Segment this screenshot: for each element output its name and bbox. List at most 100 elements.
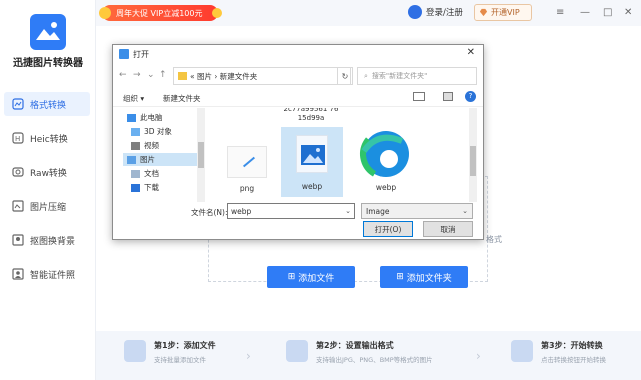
nav-label: 抠图换背景 xyxy=(30,236,76,247)
new-folder-button[interactable]: 新建文件夹 xyxy=(163,93,201,104)
recent-dropdown-icon[interactable]: ⌄ xyxy=(147,70,155,80)
add-file-button[interactable]: ⊞ 添加文件 xyxy=(267,266,355,288)
compress-icon xyxy=(12,200,24,212)
scrollbar-thumb[interactable] xyxy=(198,142,204,168)
nav-format-convert[interactable]: 格式转换 xyxy=(4,92,90,116)
minimize-button[interactable]: — xyxy=(580,7,590,18)
navigation-scrollbar[interactable] xyxy=(197,108,205,202)
step-title: 第3步：开始转换 xyxy=(541,341,603,350)
view-options-icon[interactable] xyxy=(413,92,425,101)
search-placeholder: 搜索"新建文件夹" xyxy=(371,72,428,80)
navigation-pane: 此电脑 3D 对象 视频 图片 文档 下载 xyxy=(113,108,205,202)
open-button[interactable]: 打开(O) xyxy=(363,221,413,237)
close-button[interactable]: ✕ xyxy=(624,7,632,18)
nav-raw[interactable]: Raw转换 xyxy=(4,160,90,184)
tree-item-this-pc[interactable]: 此电脑 xyxy=(127,111,163,124)
help-icon[interactable]: ? xyxy=(465,91,476,102)
image-convert-icon xyxy=(12,98,24,110)
search-input[interactable]: ⌕ 搜索"新建文件夹" xyxy=(357,67,477,85)
preview-pane-icon[interactable] xyxy=(443,92,453,101)
organize-menu[interactable]: 组织 ▾ xyxy=(123,93,144,104)
tree-label: 图片 xyxy=(140,155,155,164)
path-prefix: « xyxy=(190,71,195,81)
up-arrow-icon[interactable]: ↑ xyxy=(159,70,167,80)
path-breadcrumb[interactable]: « 图片 › 新建文件夹 xyxy=(173,67,351,85)
step-3: 第3步：开始转换 点击转换按钮开始转换 xyxy=(511,340,606,364)
nav-label: Raw转换 xyxy=(30,168,67,179)
forward-arrow-icon[interactable]: → xyxy=(133,70,141,80)
file-name-partial: 2c77a99561 76 15d99a xyxy=(283,108,339,122)
video-folder-icon xyxy=(131,141,140,150)
tree-item-3d-objects[interactable]: 3D 对象 xyxy=(131,125,172,138)
nav-heic[interactable]: H Heic转换 xyxy=(4,126,90,150)
scrollbar-thumb[interactable] xyxy=(470,146,476,176)
id-photo-icon xyxy=(12,268,24,280)
nav-id-photo[interactable]: 智能证件照 xyxy=(4,262,90,286)
dialog-app-icon xyxy=(119,49,129,59)
top-bar: 周年大促 VIP立减100元 登录/注册 开通VIP ≡ — □ ✕ xyxy=(96,0,641,26)
tree-item-documents[interactable]: 文档 xyxy=(131,167,159,180)
step-title: 第1步：添加文件 xyxy=(154,341,216,350)
dialog-title: 打开 xyxy=(133,49,149,59)
drop-hint: 格式 xyxy=(486,235,502,244)
chevron-right-icon: › xyxy=(246,349,251,363)
nav-label: 智能证件照 xyxy=(30,270,76,281)
steps-bar: 第1步：添加文件 支持批量添加文件 › 第2步：设置输出格式 支持输出JPG、PNG… xyxy=(96,331,641,380)
nav-label: 格式转换 xyxy=(30,100,67,111)
chevron-down-icon[interactable]: ⌄ xyxy=(345,207,351,215)
path-segment-new-folder[interactable]: 新建文件夹 xyxy=(220,71,258,82)
refresh-icon[interactable]: ↻ xyxy=(337,67,353,85)
promo-banner[interactable]: 周年大促 VIP立减100元 xyxy=(99,5,222,21)
tree-label: 此电脑 xyxy=(140,113,163,122)
vip-button[interactable]: 开通VIP xyxy=(474,4,532,21)
tree-item-downloads[interactable]: 下载 xyxy=(131,181,159,194)
file-item-webp-selected[interactable]: webp xyxy=(281,127,343,197)
user-avatar-icon xyxy=(408,5,422,19)
filetype-value: Image xyxy=(366,206,390,216)
maximize-button[interactable]: □ xyxy=(603,7,612,18)
vip-label: 开通VIP xyxy=(491,8,520,17)
tree-item-video[interactable]: 视频 xyxy=(131,139,159,152)
menu-icon[interactable]: ≡ xyxy=(556,7,564,18)
coin-icon xyxy=(212,8,222,18)
heic-icon: H xyxy=(12,132,24,144)
back-arrow-icon[interactable]: ← xyxy=(119,70,127,80)
add-folder-icon: ⊞ xyxy=(396,272,404,282)
add-folder-button[interactable]: ⊞ 添加文件夹 xyxy=(380,266,468,288)
nav-compress[interactable]: 图片压缩 xyxy=(4,194,90,218)
diamond-icon xyxy=(479,8,488,17)
path-separator: › xyxy=(214,71,218,81)
step-title: 第2步：设置输出格式 xyxy=(316,341,394,350)
login-label: 登录/注册 xyxy=(426,8,463,18)
chevron-right-icon: › xyxy=(476,349,481,363)
nav-label: 图片压缩 xyxy=(30,202,67,213)
address-bar: ← → ⌄ ↑ « 图片 › 新建文件夹 ↻ ⌕ 搜索"新建文件夹" xyxy=(113,65,483,87)
tree-item-pictures[interactable]: 图片 xyxy=(123,153,197,166)
downloads-folder-icon xyxy=(131,183,140,192)
filename-input[interactable]: webp ⌄ xyxy=(227,203,355,219)
filetype-select[interactable]: Image ⌄ xyxy=(361,203,473,219)
file-item-png[interactable]: png xyxy=(221,146,273,200)
file-item-webp-edge[interactable]: webp xyxy=(355,127,417,197)
dialog-title-bar: 打开 ✕ xyxy=(113,45,483,63)
command-bar: 组织 ▾ 新建文件夹 ? xyxy=(113,89,483,107)
edge-browser-icon xyxy=(360,129,412,179)
path-segment-pictures[interactable]: 图片 xyxy=(197,71,212,82)
file-list-scrollbar[interactable] xyxy=(469,108,477,202)
cancel-button[interactable]: 取消 xyxy=(423,221,473,237)
login-link[interactable]: 登录/注册 xyxy=(408,5,463,19)
open-file-dialog: 打开 ✕ ← → ⌄ ↑ « 图片 › 新建文件夹 ↻ ⌕ 搜索"新建文件夹" … xyxy=(112,44,484,240)
pictures-folder-icon xyxy=(127,155,136,164)
nav-cutout[interactable]: 抠图换背景 xyxy=(4,228,90,252)
3d-objects-icon xyxy=(131,127,140,136)
file-name: png xyxy=(239,184,255,193)
filename-row: 文件名(N): webp ⌄ Image ⌄ xyxy=(113,203,483,221)
file-name: webp xyxy=(301,182,323,191)
app-window: 迅捷图片转换器 格式转换 H Heic转换 Raw转换 图片压缩 抠图换背景 智… xyxy=(0,0,641,380)
app-logo xyxy=(30,14,66,50)
sidebar: 迅捷图片转换器 格式转换 H Heic转换 Raw转换 图片压缩 抠图换背景 智… xyxy=(0,0,96,380)
step-1: 第1步：添加文件 支持批量添加文件 xyxy=(124,340,216,364)
add-file-label: 添加文件 xyxy=(298,273,335,284)
filename-value: webp xyxy=(231,206,252,216)
dialog-close-button[interactable]: ✕ xyxy=(467,47,475,58)
